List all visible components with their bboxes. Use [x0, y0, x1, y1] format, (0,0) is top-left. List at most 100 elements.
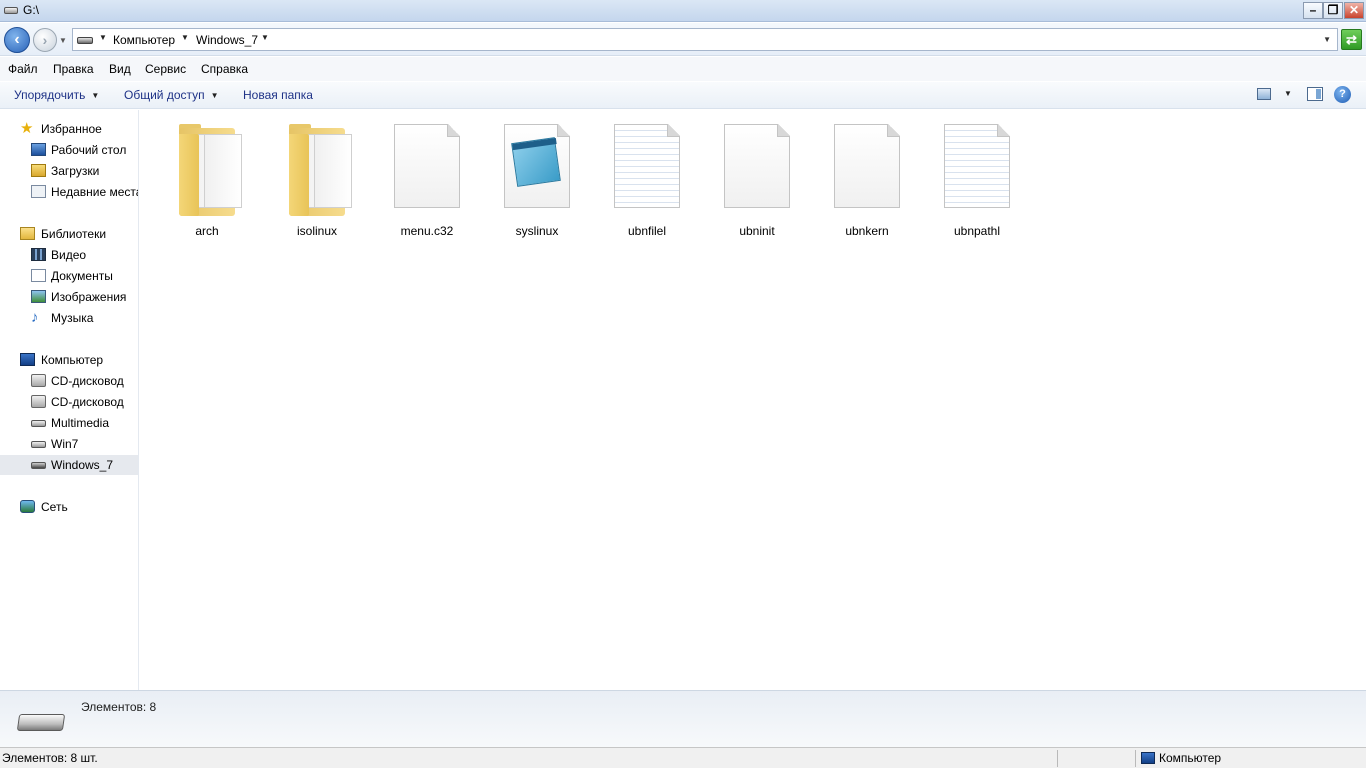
star-icon: ★: [20, 120, 34, 137]
nav-favorites[interactable]: ★ Избранное: [0, 119, 138, 139]
nav-item-windows-7[interactable]: Windows_7: [0, 455, 138, 475]
title-bar: G:\ – ❐ ✕: [0, 0, 1366, 22]
drive-icon: [4, 7, 18, 14]
nav-item-win7[interactable]: Win7: [0, 434, 138, 454]
address-bar[interactable]: ▼ Компьютер ▼ Windows_7 ▼ ▼: [72, 28, 1338, 51]
nav-item-recent-places[interactable]: Недавние места: [0, 182, 138, 202]
status-location: Компьютер: [1159, 751, 1222, 765]
breadcrumb-windows-7[interactable]: Windows_7: [196, 33, 258, 47]
nav-computer-label: Компьютер: [41, 353, 104, 367]
file-item-syslinux[interactable]: syslinux: [482, 120, 592, 238]
nav-item-cd-drive[interactable]: CD-дисковод: [0, 371, 138, 391]
file-item-ubnkern[interactable]: ubnkern: [812, 120, 922, 238]
video-icon: [31, 248, 46, 261]
file-item-isolinux[interactable]: isolinux: [262, 120, 372, 238]
window-title: G:\: [23, 3, 40, 17]
file-item-ubnfilel[interactable]: ubnfilel: [592, 120, 702, 238]
cd-drive-icon: [31, 374, 46, 387]
status-divider: [1135, 750, 1136, 767]
blank-file-icon: [834, 124, 900, 208]
file-item-menu-c32[interactable]: menu.c32: [372, 120, 482, 238]
nav-item-video[interactable]: Видео: [0, 245, 138, 265]
item-count: Элементов: 8: [81, 700, 157, 714]
history-dropdown-icon[interactable]: ▼: [59, 36, 67, 45]
nav-item-multimedia[interactable]: Multimedia: [0, 413, 138, 433]
help-icon[interactable]: ?: [1334, 86, 1351, 103]
chevron-down-icon[interactable]: ▼: [1284, 89, 1292, 98]
chevron-down-icon[interactable]: ▼: [261, 33, 269, 42]
preview-pane-icon[interactable]: [1307, 87, 1323, 101]
file-name: menu.c32: [400, 224, 454, 238]
nav-favorites-label: Избранное: [41, 122, 102, 136]
new-folder-button[interactable]: Новая папка: [243, 88, 313, 102]
nav-item-desktop[interactable]: Рабочий стол: [0, 140, 138, 160]
music-note-icon: ♪: [31, 309, 39, 326]
maximize-button[interactable]: ❐: [1323, 2, 1343, 19]
menu-help[interactable]: Справка: [201, 62, 248, 76]
close-button[interactable]: ✕: [1344, 2, 1364, 19]
file-item-ubninit[interactable]: ubninit: [702, 120, 812, 238]
cd-drive-icon: [31, 395, 46, 408]
nav-item-label: Музыка: [51, 311, 94, 325]
nav-item-label: Документы: [51, 269, 113, 283]
pictures-icon: [31, 290, 46, 303]
network-icon: [20, 500, 35, 513]
status-divider: [1057, 750, 1058, 767]
details-pane: Элементов: 8: [0, 690, 1366, 747]
nav-item-label: CD-дисковод: [51, 374, 124, 388]
nav-network[interactable]: Сеть: [0, 497, 138, 517]
menu-view[interactable]: Вид: [109, 62, 131, 76]
file-name: isolinux: [296, 224, 338, 238]
drive-icon: [77, 37, 93, 44]
hard-drive-icon: [31, 420, 46, 427]
menu-tools[interactable]: Сервис: [145, 62, 186, 76]
status-bar: Элементов: 8 шт. Компьютер: [0, 747, 1366, 768]
command-bar: Упорядочить ▼ Общий доступ ▼ Новая папка ▼…: [0, 81, 1366, 109]
libraries-icon: [20, 227, 35, 240]
menu-edit[interactable]: Правка: [53, 62, 94, 76]
back-button[interactable]: ‹: [4, 27, 30, 53]
file-item-ubnpathl[interactable]: ubnpathl: [922, 120, 1032, 238]
chevron-down-icon[interactable]: ▼: [181, 33, 189, 42]
usb-drive-icon: [31, 462, 46, 469]
nav-item-downloads[interactable]: Загрузки: [0, 161, 138, 181]
share-button[interactable]: Общий доступ ▼: [124, 88, 219, 102]
documents-icon: [31, 269, 46, 282]
nav-network-label: Сеть: [41, 500, 68, 514]
file-name: ubnpathl: [953, 224, 1001, 238]
nav-item-images[interactable]: Изображения: [0, 287, 138, 307]
blank-file-icon: [724, 124, 790, 208]
menu-bar: Файл Правка Вид Сервис Справка: [0, 57, 1366, 81]
nav-item-music[interactable]: ♪ Музыка: [0, 308, 138, 328]
recent-places-icon: [31, 185, 46, 198]
nav-libraries[interactable]: Библиотеки: [0, 224, 138, 244]
nav-item-label: Windows_7: [51, 458, 114, 472]
nav-computer[interactable]: Компьютер: [0, 350, 138, 370]
computer-icon: [20, 353, 35, 366]
status-item-count: Элементов: 8 шт.: [2, 751, 98, 765]
hard-drive-icon: [31, 441, 46, 448]
menu-file[interactable]: Файл: [8, 62, 38, 76]
file-item-arch[interactable]: arch: [152, 120, 262, 238]
address-dropdown-icon[interactable]: ▼: [1323, 35, 1331, 44]
navigation-pane: ★ Избранное Рабочий стол Загрузки Недавн…: [0, 110, 139, 690]
chevron-down-icon[interactable]: ▼: [99, 33, 107, 42]
nav-item-label: Загрузки: [51, 164, 100, 178]
chevron-down-icon: ▼: [210, 91, 219, 100]
text-file-icon: [614, 124, 680, 208]
notepad-icon: [511, 137, 561, 187]
nav-item-documents[interactable]: Документы: [0, 266, 138, 286]
nav-item-label: Изображения: [51, 290, 127, 304]
organize-button[interactable]: Упорядочить ▼: [14, 88, 99, 102]
nav-item-label: Видео: [51, 248, 87, 262]
breadcrumb-computer[interactable]: Компьютер: [113, 33, 175, 47]
nav-libraries-label: Библиотеки: [41, 227, 107, 241]
nav-item-cd-drive[interactable]: CD-дисковод: [0, 392, 138, 412]
change-view-icon[interactable]: [1257, 88, 1271, 100]
minimize-button[interactable]: –: [1303, 2, 1323, 19]
file-list: arch isolinux menu.c32 syslinux ubnfilel…: [140, 110, 1366, 690]
nav-item-label: Multimedia: [51, 416, 110, 430]
nav-item-label: Рабочий стол: [51, 143, 127, 157]
forward-button[interactable]: ›: [33, 28, 57, 52]
refresh-icon[interactable]: ⇄: [1341, 29, 1362, 50]
